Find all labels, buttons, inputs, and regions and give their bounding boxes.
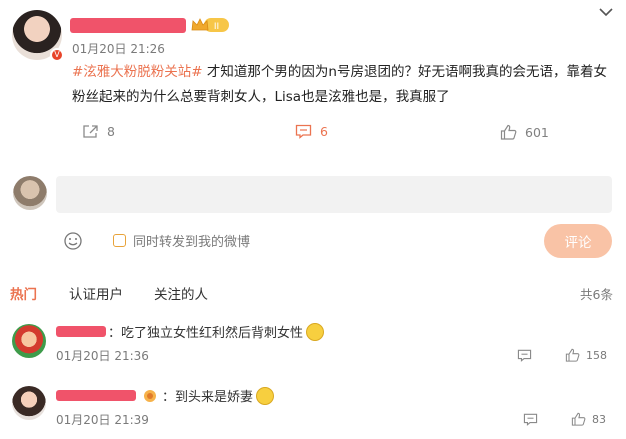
comment-icon bbox=[517, 349, 532, 362]
share-button[interactable]: 8 bbox=[82, 124, 115, 139]
reply-button[interactable] bbox=[517, 349, 532, 362]
tab-hot[interactable]: 热门 bbox=[10, 283, 37, 303]
chevron-down-icon[interactable] bbox=[597, 5, 615, 19]
commenter-avatar[interactable] bbox=[12, 324, 46, 358]
topic-tag[interactable]: #泫雅大粉脱粉关站# bbox=[72, 64, 203, 80]
tab-verified-users[interactable]: 认证用户 bbox=[69, 283, 149, 303]
current-user-avatar bbox=[13, 176, 47, 210]
fan-badge-icon bbox=[144, 389, 156, 402]
tab-following[interactable]: 关注的人 bbox=[154, 283, 244, 303]
comment-time: 01月20日 21:36 bbox=[56, 349, 149, 363]
like-icon bbox=[500, 124, 517, 140]
like-count: 601 bbox=[525, 124, 549, 140]
comment-like-button[interactable]: 83 bbox=[571, 412, 606, 426]
like-icon bbox=[565, 348, 580, 362]
verified-badge: V bbox=[50, 48, 64, 62]
commenter-avatar[interactable] bbox=[12, 386, 46, 420]
emoji-icon[interactable] bbox=[63, 231, 83, 251]
submit-comment-button[interactable]: 评论 bbox=[544, 224, 612, 258]
comment-input[interactable] bbox=[56, 176, 612, 213]
post-time: 01月20日 21:26 bbox=[72, 42, 165, 56]
share-count: 8 bbox=[107, 124, 115, 139]
vip-crown-icon: II bbox=[191, 18, 229, 32]
repost-checkbox[interactable] bbox=[113, 234, 126, 247]
smile-emoji-icon bbox=[306, 322, 325, 341]
comment-filter-tabs: 热门 认证用户 关注的人 bbox=[10, 283, 270, 303]
post-body: #泫雅大粉脱粉关站# 才知道那个男的因为n号房退团的？好无语啊我真的会无语，靠着… bbox=[72, 60, 607, 110]
commenter-name-redacted[interactable] bbox=[56, 326, 106, 337]
comment-text: ：吃了独立女性红利然后背刺女性 bbox=[108, 326, 304, 341]
comment-time: 01月20日 21:39 bbox=[56, 413, 149, 427]
author-name-redacted[interactable] bbox=[70, 18, 186, 33]
comment-icon bbox=[295, 124, 312, 139]
comment-icon bbox=[523, 413, 538, 426]
author-avatar[interactable]: V bbox=[12, 10, 64, 62]
like-button[interactable]: 601 bbox=[500, 124, 549, 140]
comment-total: 共6条 bbox=[580, 287, 613, 302]
like-icon bbox=[571, 412, 586, 426]
comment-text: ：到头来是娇妻 bbox=[162, 390, 254, 405]
repost-label: 同时转发到我的微博 bbox=[133, 235, 251, 250]
comment-button[interactable]: 6 bbox=[295, 124, 328, 139]
comment-item: ：到头来是娇妻 bbox=[56, 386, 275, 405]
comment-count: 6 bbox=[320, 124, 328, 139]
share-icon bbox=[83, 125, 98, 138]
comment-like-count: 83 bbox=[592, 412, 606, 426]
commenter-name-redacted[interactable] bbox=[56, 390, 136, 401]
repost-option[interactable]: 同时转发到我的微博 bbox=[113, 231, 250, 250]
comment-item: ：吃了独立女性红利然后背刺女性 bbox=[56, 322, 325, 341]
comment-like-count: 158 bbox=[586, 348, 607, 362]
reply-button[interactable] bbox=[523, 413, 538, 426]
vip-level: II bbox=[214, 22, 219, 32]
comment-like-button[interactable]: 158 bbox=[565, 348, 607, 362]
sweat-emoji-icon bbox=[256, 386, 275, 405]
